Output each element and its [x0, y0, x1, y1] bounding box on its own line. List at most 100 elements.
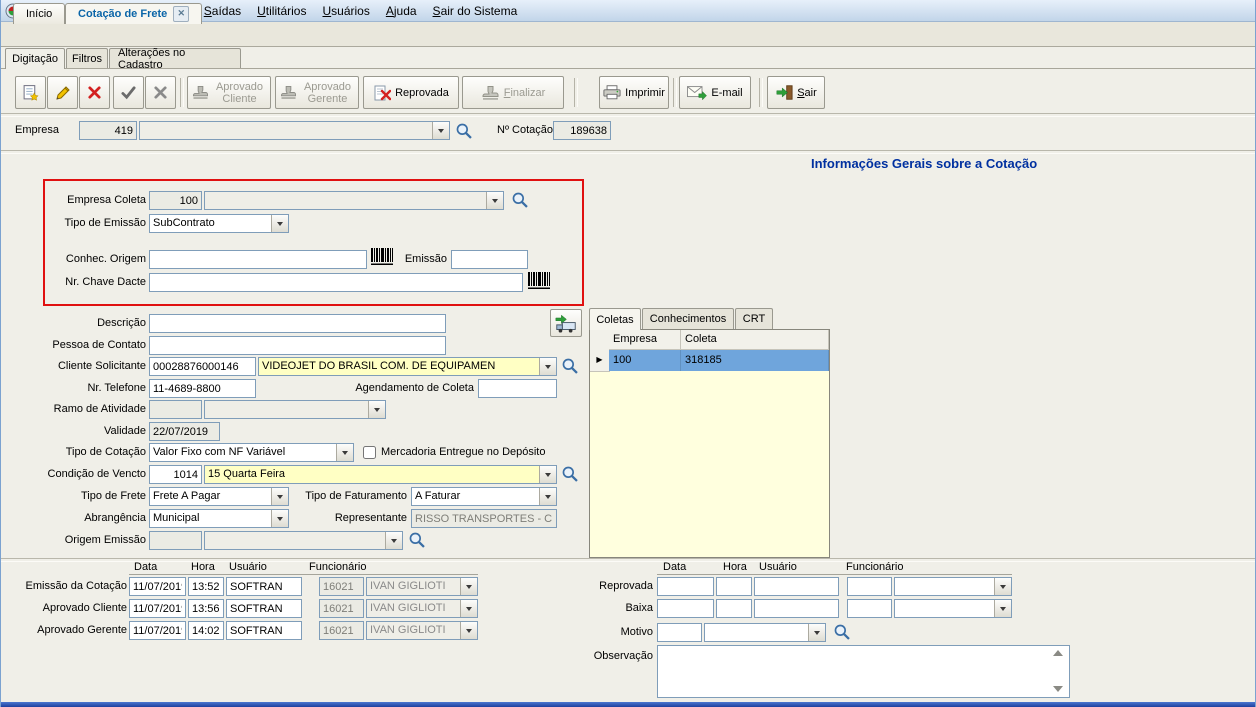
emissao-func-combo[interactable]: IVAN GIGLIOTI [366, 577, 478, 596]
chevron-down-icon[interactable] [368, 401, 385, 418]
aprov-gerente-usuario-field[interactable] [226, 621, 302, 640]
tab-crt[interactable]: CRT [735, 308, 773, 329]
origem-emissao-combo[interactable] [204, 531, 403, 550]
barcode-icon[interactable] [528, 271, 550, 294]
delete-record-button[interactable] [79, 76, 110, 109]
menu-ajuda[interactable]: Ajuda [378, 4, 425, 18]
chevron-down-icon[interactable] [539, 358, 556, 375]
cliente-name-combo[interactable]: VIDEOJET DO BRASIL COM. DE EQUIPAMEN [258, 357, 557, 376]
chevron-down-icon[interactable] [385, 532, 402, 549]
aprov-gerente-func-combo[interactable]: IVAN GIGLIOTI [366, 621, 478, 640]
tab-cotacao-de-frete[interactable]: Cotação de Frete ✕ [65, 3, 202, 24]
menu-utilitarios[interactable]: Utilitários [249, 4, 314, 18]
tipo-frete-combo[interactable]: Frete A Pagar [149, 487, 289, 506]
emissao-field[interactable] [451, 250, 528, 269]
aprov-gerente-data-field[interactable] [129, 621, 186, 640]
tab-coletas[interactable]: Coletas [589, 308, 641, 330]
confirm-button[interactable] [113, 76, 144, 109]
chevron-down-icon[interactable] [271, 488, 288, 505]
empresa-combo[interactable] [139, 121, 450, 140]
conhec-origem-field[interactable] [149, 250, 367, 269]
motivo-search-icon[interactable] [833, 623, 851, 641]
observacao-textarea[interactable] [657, 645, 1070, 698]
agendamento-field[interactable] [478, 379, 557, 398]
reprovada-hora-field[interactable] [716, 577, 752, 596]
subtab-digitacao[interactable]: Digitação [5, 48, 65, 69]
reprovada-data-field[interactable] [657, 577, 714, 596]
aprov-gerente-hora-field[interactable] [188, 621, 224, 640]
tab-inicio[interactable]: Início [13, 3, 65, 24]
cancel-button[interactable] [145, 76, 176, 109]
ramo-atividade-combo[interactable] [204, 400, 386, 419]
finalizar-button[interactable]: Finalizar [462, 76, 564, 109]
aprovado-cliente-button[interactable]: Aprovado Cliente [187, 76, 271, 109]
chevron-down-icon[interactable] [336, 444, 353, 461]
empresa-search-icon[interactable] [455, 122, 473, 140]
nr-chave-dacte-field[interactable] [149, 273, 523, 292]
aprov-cliente-func-code-field[interactable] [319, 599, 364, 618]
chevron-down-icon[interactable] [460, 622, 477, 639]
representante-field[interactable] [411, 509, 557, 528]
scroll-up-icon[interactable] [1053, 650, 1063, 656]
grid-header-coleta[interactable]: Coleta [681, 330, 829, 350]
aprov-cliente-usuario-field[interactable] [226, 599, 302, 618]
sair-button[interactable]: Sair [767, 76, 825, 109]
new-record-button[interactable] [15, 76, 46, 109]
empresa-code-field[interactable] [79, 121, 137, 140]
origem-emissao-search-icon[interactable] [408, 531, 426, 549]
condicao-vencto-code-field[interactable] [149, 465, 202, 484]
email-button[interactable]: E-mail [679, 76, 751, 109]
origem-emissao-code-field[interactable] [149, 531, 202, 550]
chevron-down-icon[interactable] [539, 466, 556, 483]
cliente-code-field[interactable] [149, 357, 256, 376]
scroll-down-icon[interactable] [1053, 686, 1063, 692]
empresa-coleta-combo[interactable] [204, 191, 504, 210]
menu-sair-do-sistema[interactable]: Sair do Sistema [425, 4, 526, 18]
chevron-down-icon[interactable] [486, 192, 503, 209]
tab-conhecimentos[interactable]: Conhecimentos [642, 308, 734, 329]
chevron-down-icon[interactable] [994, 578, 1011, 595]
chevron-down-icon[interactable] [432, 122, 449, 139]
chevron-down-icon[interactable] [539, 488, 556, 505]
reprovada-button[interactable]: Reprovada [363, 76, 459, 109]
tab-close-icon[interactable]: ✕ [173, 6, 189, 22]
chevron-down-icon[interactable] [808, 624, 825, 641]
motivo-code-field[interactable] [657, 623, 702, 642]
baixa-func-combo[interactable] [894, 599, 1012, 618]
aprovado-gerente-button[interactable]: Aprovado Gerente [275, 76, 359, 109]
emissao-usuario-field[interactable] [226, 577, 302, 596]
imprimir-button[interactable]: Imprimir [599, 76, 669, 109]
aprov-cliente-data-field[interactable] [129, 599, 186, 618]
ramo-atividade-code-field[interactable] [149, 400, 202, 419]
mercadoria-deposito-checkbox[interactable] [363, 446, 376, 459]
emissao-func-code-field[interactable] [319, 577, 364, 596]
baixa-func-code-field[interactable] [847, 599, 892, 618]
aprov-cliente-func-combo[interactable]: IVAN GIGLIOTI [366, 599, 478, 618]
empresa-coleta-code-field[interactable] [149, 191, 202, 210]
chevron-down-icon[interactable] [271, 510, 288, 527]
condicao-vencto-combo[interactable]: 15 Quarta Feira [204, 465, 557, 484]
motivo-combo[interactable] [704, 623, 826, 642]
cliente-search-icon[interactable] [561, 357, 579, 375]
pessoa-contato-field[interactable] [149, 336, 446, 355]
barcode-icon[interactable] [371, 247, 393, 270]
chevron-down-icon[interactable] [271, 215, 288, 232]
validade-field[interactable] [149, 422, 220, 441]
subtab-filtros[interactable]: Filtros [66, 48, 108, 68]
chevron-down-icon[interactable] [460, 600, 477, 617]
tipo-emissao-combo[interactable]: SubContrato [149, 214, 289, 233]
table-row[interactable]: 100 318185 [609, 350, 829, 371]
emissao-data-field[interactable] [129, 577, 186, 596]
baixa-usuario-field[interactable] [754, 599, 839, 618]
aprov-cliente-hora-field[interactable] [188, 599, 224, 618]
aprov-gerente-func-code-field[interactable] [319, 621, 364, 640]
nr-telefone-field[interactable] [149, 379, 256, 398]
chevron-down-icon[interactable] [994, 600, 1011, 617]
descricao-field[interactable] [149, 314, 446, 333]
reprovada-func-code-field[interactable] [847, 577, 892, 596]
coleta-truck-button[interactable] [550, 309, 582, 337]
subtab-alteracoes[interactable]: Alterações no Cadastro [109, 48, 241, 68]
emissao-hora-field[interactable] [188, 577, 224, 596]
tipo-faturamento-combo[interactable]: A Faturar [411, 487, 557, 506]
baixa-hora-field[interactable] [716, 599, 752, 618]
